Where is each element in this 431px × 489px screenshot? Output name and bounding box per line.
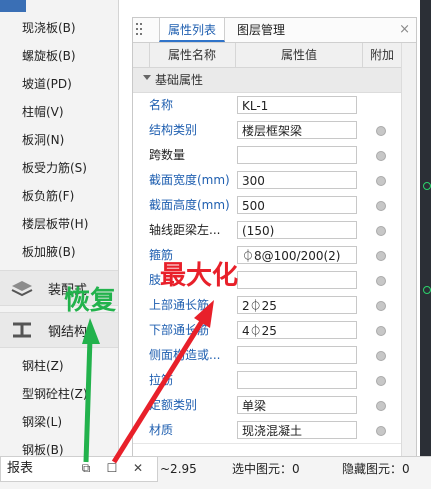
property-value-field[interactable]: [237, 271, 357, 289]
property-name: 定额类别: [149, 398, 198, 412]
property-value-field[interactable]: 300: [237, 171, 357, 189]
property-value-field[interactable]: 现浇混凝土: [237, 421, 357, 439]
sidebar-group-label: 钢结构: [48, 325, 88, 340]
restore-icon[interactable]: ⧉: [79, 461, 93, 475]
sidebar-item[interactable]: 柱帽(V): [22, 102, 64, 122]
column-header-value: 属性值: [236, 43, 363, 67]
sidebar-group-steel[interactable]: 钢结构: [0, 312, 118, 348]
vertical-scrollbar[interactable]: [401, 43, 416, 457]
sidebar-item[interactable]: 坡道(PD): [22, 74, 72, 94]
property-value-field[interactable]: 楼层框架梁: [237, 121, 357, 139]
property-value-field[interactable]: [237, 346, 357, 364]
property-row[interactable]: 材质 现浇混凝土: [133, 418, 401, 444]
property-name: 跨数量: [149, 148, 186, 162]
sidebar-item[interactable]: 板负筋(F): [22, 186, 74, 206]
property-name: 轴线距梁左...: [149, 223, 221, 237]
property-name: 截面高度(mm): [149, 198, 230, 212]
component-sidebar: 现浇板(B) 螺旋板(B) 坡道(PD) 柱帽(V) 板洞(N) 板受力筋(S) 板负筋(F…: [0, 0, 119, 457]
coordinate-readout: ~2.95: [160, 462, 197, 476]
property-row[interactable]: 名称 KL-1: [133, 93, 401, 119]
extra-checkbox[interactable]: [376, 426, 386, 436]
column-header-name: 属性名称: [149, 43, 236, 67]
maximize-icon[interactable]: ☐: [105, 461, 119, 475]
group-basic-properties[interactable]: 基础属性: [133, 68, 401, 93]
property-name: 箍筋: [149, 248, 174, 262]
property-value-field[interactable]: KL-1: [237, 96, 357, 114]
sidebar-group-label: 装配式: [48, 283, 88, 298]
extra-checkbox[interactable]: [376, 176, 386, 186]
sidebar-item[interactable]: 型钢砼柱(Z): [22, 384, 88, 404]
property-name: 截面宽度(mm): [149, 173, 230, 187]
selected-count: 选中图元：0: [232, 462, 300, 476]
property-name: 材质: [149, 423, 174, 437]
property-name: 肢: [149, 273, 162, 287]
group-label: 基础属性: [155, 73, 204, 87]
property-value-field[interactable]: 单梁: [237, 396, 357, 414]
column-header-extra: 附加: [369, 48, 394, 62]
folder-icon: [0, 0, 26, 12]
property-value-field[interactable]: [237, 146, 357, 164]
panel-tabs: 属性列表 图层管理 ×: [133, 18, 416, 43]
sidebar-item[interactable]: 钢柱(Z): [22, 356, 64, 376]
close-icon[interactable]: ✕: [131, 461, 145, 475]
extra-checkbox[interactable]: [376, 251, 386, 261]
extra-checkbox[interactable]: [376, 351, 386, 361]
property-row[interactable]: 下部通长筋 4⏀25: [133, 318, 401, 344]
report-title: 报表: [7, 461, 34, 476]
close-icon[interactable]: ×: [399, 22, 410, 37]
extra-checkbox[interactable]: [376, 376, 386, 386]
property-row[interactable]: 结构类别 楼层框架梁: [133, 118, 401, 144]
property-row[interactable]: 轴线距梁左... (150): [133, 218, 401, 244]
property-name: 拉筋: [149, 373, 174, 387]
property-name: 名称: [149, 98, 174, 112]
sidebar-item[interactable]: 板洞(N): [22, 130, 64, 150]
property-row[interactable]: 跨数量: [133, 143, 401, 169]
property-name: 侧面构造或...: [149, 348, 221, 362]
tab-property-list[interactable]: 属性列表: [159, 18, 226, 42]
property-panel: 属性列表 图层管理 × 属性名称 属性值 附加 基础属性 名称 KL-1 结构类别 楼…: [132, 17, 417, 458]
tab-layer-management[interactable]: 图层管理: [229, 18, 293, 42]
drawing-canvas-edge[interactable]: [420, 0, 431, 456]
extra-checkbox[interactable]: [376, 276, 386, 286]
property-value-field[interactable]: 4⏀25: [237, 321, 357, 339]
sidebar-item[interactable]: 板受力筋(S): [22, 158, 87, 178]
extra-checkbox[interactable]: [376, 401, 386, 411]
property-row[interactable]: 截面高度(mm) 500: [133, 193, 401, 219]
property-grid-header: 属性名称 属性值 附加: [133, 43, 401, 68]
property-row[interactable]: 截面宽度(mm) 300: [133, 168, 401, 194]
property-row[interactable]: 上部通长筋 2⏀25: [133, 293, 401, 319]
property-row[interactable]: 肢: [133, 268, 401, 294]
property-row[interactable]: 箍筋 ⏀8@100/200(2): [133, 243, 401, 269]
sidebar-group-prefab[interactable]: 装配式: [0, 270, 118, 306]
property-name: 结构类别: [149, 123, 198, 137]
property-name: 上部通长筋: [149, 298, 210, 312]
extra-checkbox[interactable]: [376, 151, 386, 161]
property-row[interactable]: 定额类别 单梁: [133, 393, 401, 419]
extra-checkbox[interactable]: [376, 201, 386, 211]
sidebar-item[interactable]: 螺旋板(B): [22, 46, 76, 66]
extra-checkbox[interactable]: [376, 226, 386, 236]
extra-checkbox[interactable]: [376, 326, 386, 336]
property-row[interactable]: 侧面构造或...: [133, 343, 401, 369]
extra-checkbox[interactable]: [376, 301, 386, 311]
steel-beam-icon: [13, 322, 31, 338]
sidebar-item[interactable]: 现浇板(B): [22, 18, 76, 38]
property-value-field[interactable]: [237, 371, 357, 389]
property-name: 下部通长筋: [149, 323, 210, 337]
drag-grip-icon[interactable]: [135, 21, 143, 37]
property-row[interactable]: 拉筋: [133, 368, 401, 394]
sidebar-item[interactable]: 板加腋(B): [22, 242, 76, 262]
extra-checkbox[interactable]: [376, 126, 386, 136]
property-value-field[interactable]: (150): [237, 221, 357, 239]
sidebar-item[interactable]: 钢梁(L): [22, 412, 62, 432]
sidebar-item[interactable]: 楼层板带(H): [22, 214, 88, 234]
property-value-field[interactable]: 2⏀25: [237, 296, 357, 314]
collapse-triangle-icon[interactable]: [143, 75, 151, 80]
prefab-icon: [11, 281, 33, 297]
property-value-field[interactable]: ⏀8@100/200(2): [237, 246, 357, 264]
report-window-bar[interactable]: 报表 ⧉ ☐ ✕: [0, 456, 158, 482]
hidden-count: 隐藏图元：0: [342, 462, 410, 476]
property-value-field[interactable]: 500: [237, 196, 357, 214]
